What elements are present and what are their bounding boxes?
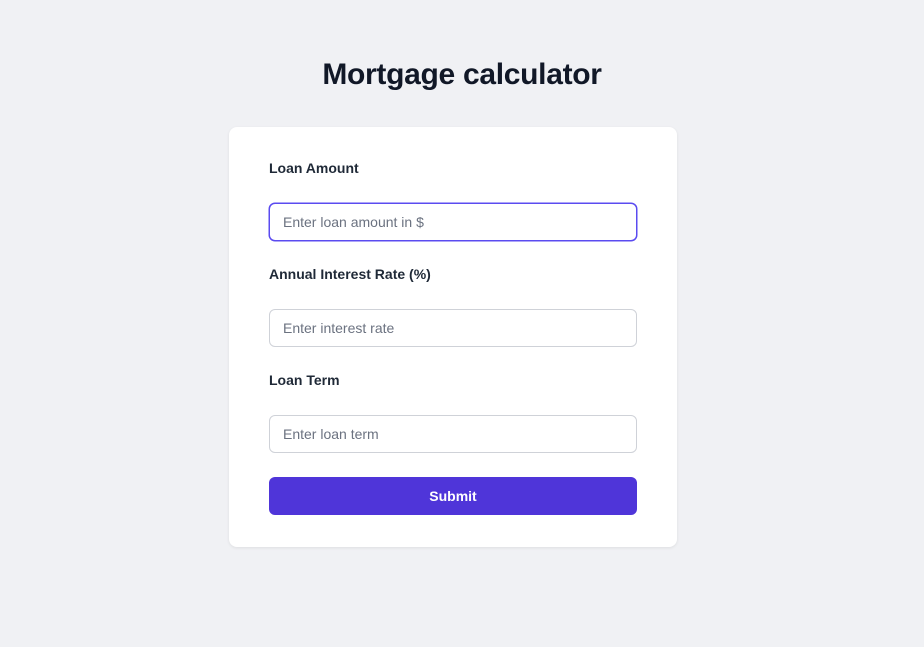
loan-amount-label: Loan Amount bbox=[269, 160, 359, 176]
mortgage-form-card: Loan Amount Annual Interest Rate (%) Loa… bbox=[229, 127, 677, 547]
submit-button[interactable]: Submit bbox=[269, 477, 637, 515]
interest-rate-label: Annual Interest Rate (%) bbox=[269, 266, 431, 282]
loan-amount-input[interactable] bbox=[269, 203, 637, 241]
interest-rate-input[interactable] bbox=[269, 309, 637, 347]
loan-term-label: Loan Term bbox=[269, 372, 340, 388]
loan-term-input[interactable] bbox=[269, 415, 637, 453]
page-title: Mortgage calculator bbox=[322, 58, 602, 91]
